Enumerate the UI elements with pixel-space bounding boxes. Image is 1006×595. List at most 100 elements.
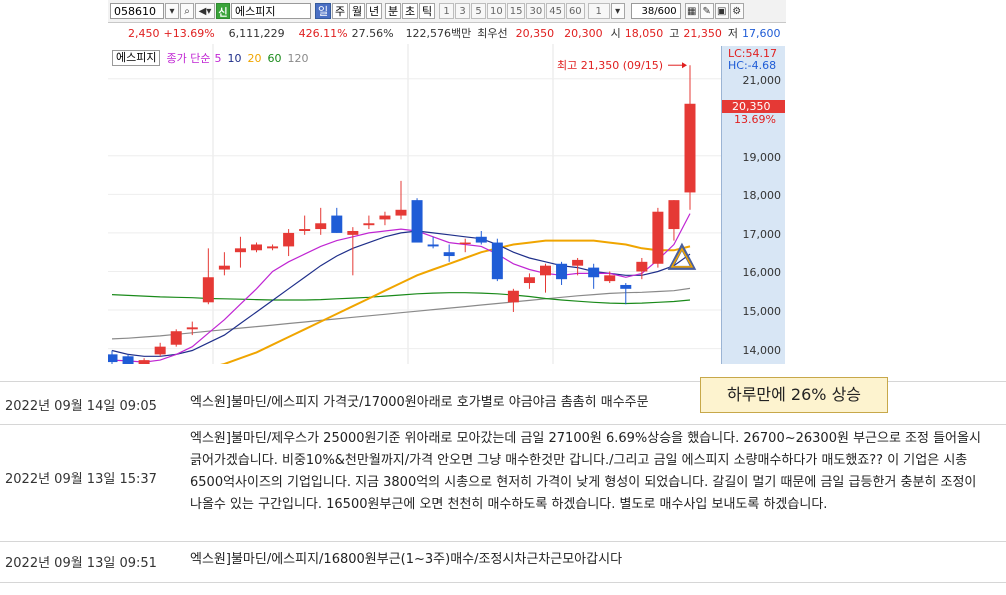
- period-year[interactable]: 년: [366, 3, 382, 19]
- interval-15[interactable]: 15: [506, 3, 526, 19]
- interval-dropdown-icon[interactable]: ▾: [610, 3, 625, 19]
- legend-ma-label: 종가 단순: [166, 52, 211, 65]
- legend-ma10: 10: [227, 51, 242, 65]
- drawing-icon[interactable]: ✎: [699, 3, 714, 19]
- candle-body: [251, 244, 262, 251]
- change-value: 2,450: [128, 26, 160, 40]
- change-percent: +13.69%: [163, 26, 215, 40]
- ma-line-120: [111, 287, 691, 340]
- save-icon[interactable]: ▣: [714, 3, 729, 19]
- chart-toolbar: 058610 ▾ ⌕ ◀▾ 신 에스피지 일 주 월 년 분 초 틱 1 3 5…: [108, 0, 786, 23]
- quote-info-bar: 2,450 +13.69% 6,111,229 426.11% 27.56% 1…: [108, 23, 786, 43]
- high-label: 고: [669, 27, 680, 40]
- high-annotation: 최고 21,350 (09/15): [557, 59, 663, 72]
- amount-value: 122,576백만: [405, 27, 472, 40]
- chart-tools-icon[interactable]: ▦: [684, 3, 699, 19]
- candle-body: [283, 232, 295, 247]
- candle-body: [475, 236, 487, 243]
- volume-percent: 426.11%: [298, 26, 348, 40]
- legend-stock-name: 에스피지: [112, 50, 161, 66]
- dropdown-icon[interactable]: ▾: [165, 3, 179, 19]
- best-bid-value: 20,300: [564, 26, 603, 40]
- turnover-value: 27.56%: [351, 26, 394, 40]
- legend-ma120: 120: [287, 51, 309, 65]
- interval-3[interactable]: 3: [455, 3, 470, 19]
- candle-body: [459, 242, 471, 245]
- candle-body: [507, 290, 519, 303]
- rise-callout: 하루만에 26% 상승: [700, 377, 888, 413]
- high-annotation-arrowhead: [682, 62, 687, 69]
- interval-60[interactable]: 60: [565, 3, 585, 19]
- feed-date: 2022년 09월 14일 09:05: [5, 399, 157, 414]
- candle-body: [315, 223, 327, 230]
- high-value: 21,350: [683, 26, 722, 40]
- axis-tick: 19,000: [742, 150, 782, 164]
- candle-body: [556, 263, 568, 280]
- current-price-percent: 13.69%: [734, 112, 776, 126]
- interval-30[interactable]: 30: [526, 3, 546, 19]
- candle-body: [267, 246, 279, 249]
- period-week[interactable]: 주: [332, 3, 348, 19]
- volume-value: 6,111,229: [228, 26, 285, 40]
- candle-body: [108, 354, 118, 363]
- candle-body: [299, 229, 311, 231]
- axis-tick: 21,000: [742, 73, 782, 87]
- candle-body: [138, 360, 150, 364]
- axis-tick: 14,000: [742, 343, 782, 357]
- legend-ma5: 5: [214, 51, 222, 65]
- feed-row[interactable]: 2022년 09월 13일 15:37 엑스원]불마딘/제우스가 25000원기…: [0, 423, 1006, 542]
- stock-code-input[interactable]: 058610: [110, 3, 164, 19]
- candle-body: [540, 265, 551, 276]
- feed-message: 엑스원]불마딘/에스피지/16800원부근(1~3주)매수/조정시차근차근모아갑…: [190, 552, 623, 567]
- price-axis[interactable]: LC:54.17 HC:-4.68 21,000 19,000 18,000 1…: [721, 46, 785, 364]
- low-value: 17,600: [742, 26, 781, 40]
- search-icon[interactable]: ⌕: [180, 3, 194, 19]
- candle-body: [443, 252, 455, 257]
- period-tick[interactable]: 틱: [419, 3, 435, 19]
- candlestick-chart[interactable]: 최고 21,350 (09/15): [108, 44, 721, 364]
- candle-body: [620, 284, 632, 289]
- best-bid-label: 최우선: [477, 27, 508, 40]
- legend-ma60: 60: [267, 51, 282, 65]
- chart-legend: 에스피지 종가 단순 5 10 20 60 120: [108, 50, 308, 66]
- interval-45[interactable]: 45: [546, 3, 565, 19]
- candle-body: [170, 331, 182, 345]
- candle-body: [572, 259, 584, 266]
- feed-date: 2022년 09월 13일 15:37: [5, 472, 157, 487]
- period-second[interactable]: 초: [402, 3, 418, 19]
- gear-icon[interactable]: ⚙: [729, 3, 744, 19]
- speaker-icon[interactable]: ◀▾: [195, 3, 215, 19]
- candle-body: [411, 200, 423, 243]
- candle-body: [186, 327, 198, 330]
- axis-tick: 17,000: [742, 227, 782, 241]
- period-month[interactable]: 월: [349, 3, 365, 19]
- candle-body: [202, 277, 214, 303]
- feed-date: 2022년 09월 13일 09:51: [5, 556, 157, 571]
- candle-body: [395, 209, 407, 216]
- open-label: 시: [610, 27, 621, 40]
- candle-body: [427, 244, 439, 247]
- interval-10[interactable]: 10: [487, 3, 506, 19]
- best-ask-value: 20,350: [515, 26, 555, 40]
- interval-custom[interactable]: 1: [587, 3, 610, 19]
- open-value: 18,050: [624, 26, 664, 40]
- stock-name-field[interactable]: 에스피지: [231, 3, 311, 19]
- candle-body: [234, 248, 246, 253]
- candle-body: [122, 356, 134, 364]
- period-day[interactable]: 일: [315, 3, 331, 19]
- candle-body: [363, 223, 375, 226]
- candle-body: [154, 346, 166, 355]
- ma-line-5: [111, 213, 691, 363]
- candle-body: [636, 261, 648, 272]
- period-minute[interactable]: 분: [385, 3, 401, 19]
- data-count-field[interactable]: 38/600: [630, 3, 681, 19]
- candle-body: [347, 230, 359, 235]
- credit-badge[interactable]: 신: [216, 3, 230, 19]
- interval-1[interactable]: 1: [439, 3, 454, 19]
- candle-body: [604, 275, 616, 282]
- feed-row[interactable]: 2022년 09월 13일 09:51 엑스원]불마딘/에스피지/16800원부…: [0, 541, 1006, 583]
- candle-body: [684, 103, 696, 193]
- interval-5[interactable]: 5: [471, 3, 486, 19]
- hc-readout: HC:-4.68: [728, 59, 777, 72]
- candle-body: [668, 200, 680, 230]
